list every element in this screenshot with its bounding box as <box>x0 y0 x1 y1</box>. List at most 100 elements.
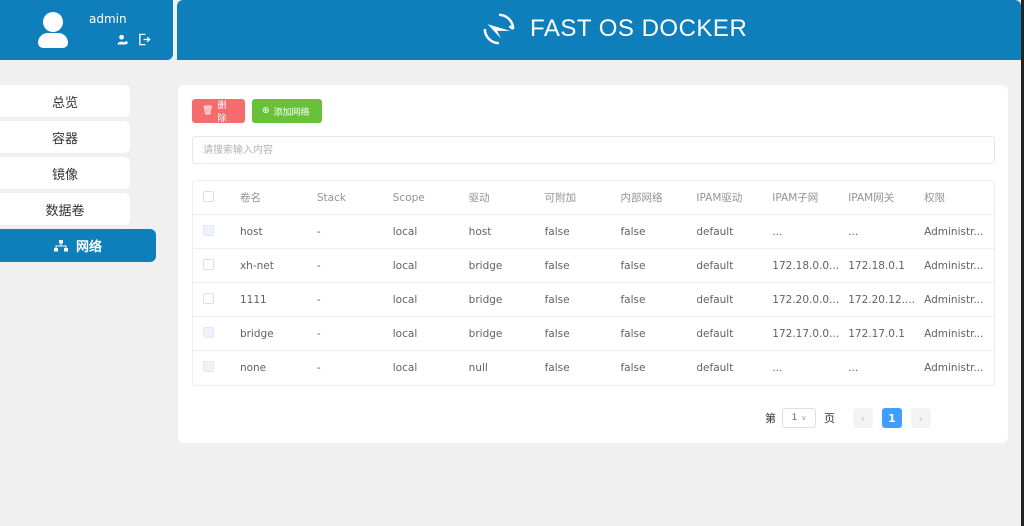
table-cell: - <box>316 259 321 272</box>
table-row[interactable]: xh-net - local bridge false false default 172.1… <box>193 249 994 283</box>
column-header[interactable]: 卷名 <box>240 190 317 205</box>
column-header[interactable]: 驱动 <box>469 190 545 205</box>
table-cell: Administr... <box>924 327 984 340</box>
plus-circle-icon: ⊕ <box>262 106 270 116</box>
table-cell: ... <box>848 362 859 374</box>
table-cell: false <box>620 293 646 306</box>
page-jump-suffix: 页 <box>824 412 835 425</box>
table-cell: default <box>696 225 734 238</box>
app-title: FAST OS DOCKER <box>530 15 748 42</box>
table-cell: ... <box>772 362 783 374</box>
row-checkbox <box>203 326 214 338</box>
table-row[interactable]: host - local host false false default...... Adm… <box>193 215 994 249</box>
table-cell: false <box>544 259 570 272</box>
table-cell: ... <box>848 225 859 238</box>
brand: FAST OS DOCKER <box>482 12 747 46</box>
column-header[interactable]: 权限 <box>924 190 994 205</box>
table-cell: false <box>544 225 570 238</box>
table-cell: - <box>316 327 321 340</box>
table-cell: none <box>239 362 267 374</box>
column-header[interactable]: 可附加 <box>545 190 621 205</box>
delete-button[interactable]: 🗑 删除 <box>192 99 245 124</box>
table-row[interactable]: 1111 - local bridge false false default 172.20.… <box>193 283 994 317</box>
table-cell: false <box>620 327 646 340</box>
table-cell: host <box>468 225 492 238</box>
delete-button-label: 删除 <box>217 101 227 124</box>
table-cell: false <box>620 259 646 272</box>
sidebar-item-networks[interactable]: 网络 <box>0 229 156 262</box>
chevron-down-icon: ∨ <box>801 414 807 422</box>
page-select[interactable]: 1 ∨ <box>782 408 816 428</box>
avatar-icon <box>38 12 68 48</box>
row-checkbox <box>203 361 214 372</box>
user-settings-icon[interactable] <box>117 34 128 45</box>
pagination: 第 1 ∨ 页 ‹ 1 › <box>765 408 940 428</box>
table-cell: false <box>544 293 570 306</box>
table-cell: local <box>392 259 418 272</box>
select-all-checkbox[interactable] <box>203 190 214 202</box>
row-checkbox <box>203 224 214 236</box>
sidebar-item-overview[interactable]: 总览 <box>0 85 130 117</box>
page-jump-prefix: 第 <box>765 412 776 425</box>
table-cell: local <box>392 225 418 238</box>
table-cell: local <box>392 293 418 306</box>
table-cell: default <box>696 259 734 272</box>
table-cell: bridge <box>239 327 274 340</box>
table-cell: bridge <box>468 259 503 272</box>
column-header[interactable]: IPAM驱动 <box>696 190 772 205</box>
table-cell: default <box>696 293 734 306</box>
table-cell: Administr... <box>924 293 984 306</box>
page-number-button[interactable]: 1 <box>882 408 902 428</box>
table-row[interactable]: bridge - local bridge false false default 172.1… <box>193 317 994 351</box>
table-cell: ... <box>772 225 783 238</box>
prev-page-button[interactable]: ‹ <box>853 408 873 428</box>
table-cell: Administr... <box>924 225 984 238</box>
table-cell: default <box>696 362 734 374</box>
trash-icon: 🗑 <box>202 106 214 116</box>
table-cell: 172.18.0.0... <box>772 259 840 272</box>
user-panel: admin <box>0 0 173 60</box>
table-cell: 172.17.0.0... <box>772 327 840 340</box>
network-table: 卷名 Stack Scope 驱动 可附加 内部网络 IPAM驱动 IPAM子网… <box>192 180 995 386</box>
table-cell: 172.18.0.1 <box>848 259 905 272</box>
add-network-button[interactable]: ⊕ 添加网络 <box>252 99 322 123</box>
sidebar-item-images[interactable]: 镜像 <box>0 157 130 189</box>
column-header[interactable]: Stack <box>317 192 393 204</box>
table-cell: null <box>468 362 488 374</box>
table-cell: Administr... <box>924 259 984 272</box>
search-input[interactable] <box>192 136 995 164</box>
table-cell: false <box>620 362 646 374</box>
table-cell: bridge <box>468 293 503 306</box>
next-page-button[interactable]: › <box>911 408 931 428</box>
row-checkbox[interactable] <box>203 292 214 304</box>
table-cell: Administr... <box>924 362 984 374</box>
page-select-value: 1 <box>791 413 798 423</box>
brand-logo-icon <box>483 13 515 45</box>
sidebar-item-label: 网络 <box>75 240 102 255</box>
username: admin <box>89 12 127 26</box>
table-cell: false <box>544 327 570 340</box>
table-cell: false <box>544 362 570 374</box>
main-panel: 🗑 删除 ⊕ 添加网络 卷名 Stack Scope 驱动 可附加 内部网络 I… <box>178 85 1008 443</box>
column-header[interactable]: IPAM子网 <box>772 190 848 205</box>
table-header-row: 卷名 Stack Scope 驱动 可附加 内部网络 IPAM驱动 IPAM子网… <box>193 181 994 215</box>
table-cell: xh-net <box>239 259 274 272</box>
logout-icon[interactable] <box>138 33 151 46</box>
table-cell: - <box>316 293 321 306</box>
table-cell: false <box>620 225 646 238</box>
column-header[interactable]: IPAM网关 <box>848 190 924 205</box>
app-header: FAST OS DOCKER <box>177 0 1021 60</box>
column-header[interactable]: 内部网络 <box>620 190 696 205</box>
table-cell: local <box>392 362 418 374</box>
table-cell: 172.20.0.0... <box>772 293 840 306</box>
table-cell: local <box>392 327 418 340</box>
table-cell: - <box>316 362 321 374</box>
sidebar-item-volumes[interactable]: 数据卷 <box>0 193 130 225</box>
column-header[interactable]: Scope <box>393 192 469 204</box>
table-cell: bridge <box>468 327 503 340</box>
table-row[interactable]: none - local null false false default...... Adm… <box>193 351 994 385</box>
row-checkbox[interactable] <box>203 258 214 270</box>
sidebar-item-containers[interactable]: 容器 <box>0 121 130 153</box>
add-network-button-label: 添加网络 <box>273 107 310 118</box>
network-icon <box>53 239 68 251</box>
